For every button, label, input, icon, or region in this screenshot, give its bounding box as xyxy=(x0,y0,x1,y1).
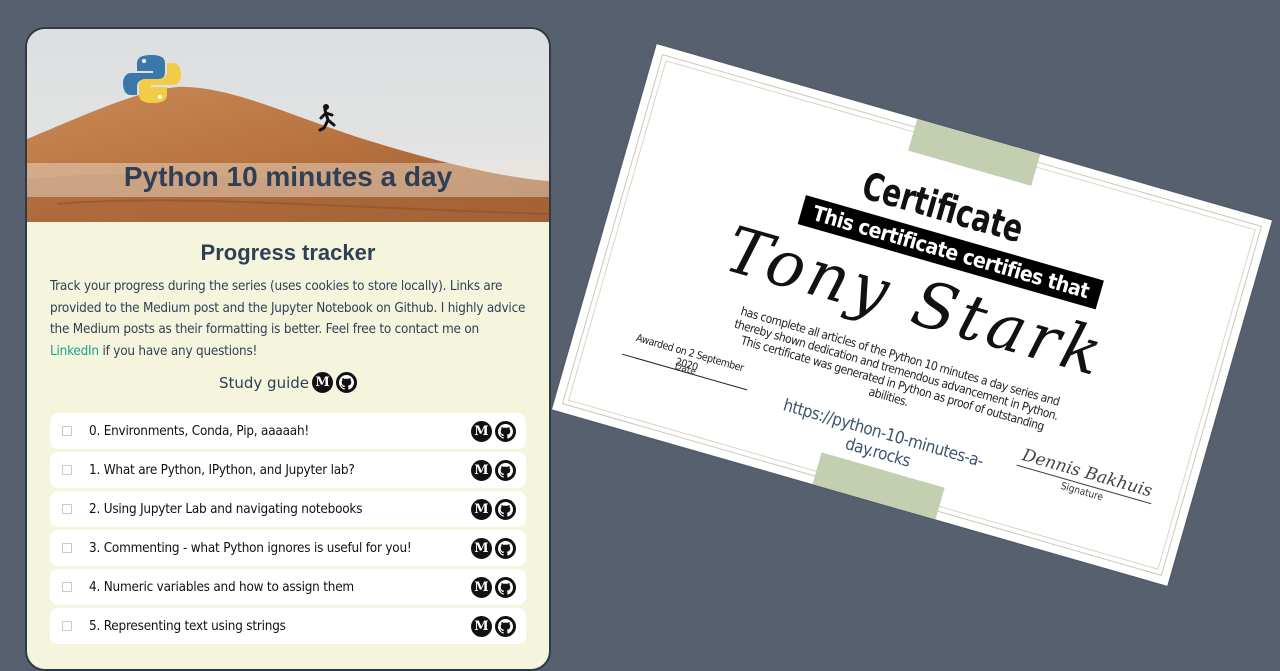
study-guide-label: Study guide xyxy=(218,373,310,392)
github-glyph xyxy=(498,423,513,439)
lesson-label: 3. Commenting - what Python ignores is u… xyxy=(89,540,412,556)
lesson-row: 2. Using Jupyter Lab and navigating note… xyxy=(50,491,526,527)
github-glyph xyxy=(498,462,513,478)
lesson-row: 0. Environments, Conda, Pip, aaaaah! M xyxy=(50,413,526,449)
lesson-links: M xyxy=(471,615,516,637)
medium-glyph: M xyxy=(315,375,330,390)
progress-tracker-card: Python 10 minutes a day Progress tracker… xyxy=(25,27,551,671)
lesson-label: 4. Numeric variables and how to assign t… xyxy=(89,579,354,595)
lesson-label: 0. Environments, Conda, Pip, aaaaah! xyxy=(89,423,310,439)
medium-glyph: M xyxy=(474,579,489,595)
intro-text-start: Track your progress during the series (u… xyxy=(50,279,526,337)
medium-icon[interactable]: M xyxy=(471,420,492,442)
medium-glyph: M xyxy=(474,423,489,439)
github-glyph xyxy=(498,618,513,634)
lesson-row: 1. What are Python, IPython, and Jupyter… xyxy=(50,452,526,488)
lesson-list: 0. Environments, Conda, Pip, aaaaah! M 1. … xyxy=(50,413,526,644)
lesson-links: M xyxy=(471,420,516,442)
lesson-links: M xyxy=(471,498,516,520)
tracker-content: Progress tracker Track your progress dur… xyxy=(27,222,549,644)
github-glyph xyxy=(498,579,513,595)
lesson-links: M xyxy=(471,459,516,481)
github-glyph xyxy=(339,375,355,390)
medium-glyph: M xyxy=(474,501,489,517)
medium-icon[interactable]: M xyxy=(471,498,492,520)
lesson-checkbox[interactable] xyxy=(62,543,72,553)
medium-glyph: M xyxy=(474,540,489,556)
github-icon[interactable] xyxy=(495,420,516,442)
hero-banner: Python 10 minutes a day xyxy=(27,29,549,222)
lesson-checkbox[interactable] xyxy=(62,426,72,436)
github-icon[interactable] xyxy=(495,537,516,559)
lesson-label: 2. Using Jupyter Lab and navigating note… xyxy=(89,501,363,517)
section-heading: Progress tracker xyxy=(200,240,376,265)
linkedin-link[interactable]: LinkedIn xyxy=(50,344,99,359)
lesson-label: 5. Representing text using strings xyxy=(89,618,286,634)
study-guide: Study guide M xyxy=(50,372,526,393)
certificate: Certificate This certificate certifies t… xyxy=(552,44,1272,586)
lesson-row: 5. Representing text using strings M xyxy=(50,608,526,644)
lesson-checkbox[interactable] xyxy=(62,504,72,514)
github-glyph xyxy=(498,501,513,517)
github-icon[interactable] xyxy=(495,498,516,520)
github-icon[interactable] xyxy=(495,615,516,637)
github-glyph xyxy=(498,540,513,556)
github-icon[interactable] xyxy=(495,576,516,598)
python-logo-icon xyxy=(123,55,181,103)
medium-icon[interactable]: M xyxy=(471,459,492,481)
lesson-checkbox[interactable] xyxy=(62,621,72,631)
runner-silhouette-icon xyxy=(318,104,336,132)
medium-icon[interactable]: M xyxy=(471,537,492,559)
intro-text-end: if you have any questions! xyxy=(98,343,258,359)
github-icon[interactable] xyxy=(336,372,358,393)
page-title: Python 10 minutes a day xyxy=(123,161,453,192)
github-icon[interactable] xyxy=(495,459,516,481)
intro-text: Track your progress during the series (u… xyxy=(50,276,526,362)
lesson-label: 1. What are Python, IPython, and Jupyter… xyxy=(89,462,355,478)
lesson-links: M xyxy=(471,537,516,559)
medium-icon[interactable]: M xyxy=(312,372,334,393)
lesson-row: 3. Commenting - what Python ignores is u… xyxy=(50,530,526,566)
medium-icon[interactable]: M xyxy=(471,576,492,598)
medium-icon[interactable]: M xyxy=(471,615,492,637)
medium-glyph: M xyxy=(474,618,489,634)
lesson-checkbox[interactable] xyxy=(62,465,72,475)
lesson-checkbox[interactable] xyxy=(62,582,72,592)
lesson-row: 4. Numeric variables and how to assign t… xyxy=(50,569,526,605)
lesson-links: M xyxy=(471,576,516,598)
medium-glyph: M xyxy=(474,462,489,478)
